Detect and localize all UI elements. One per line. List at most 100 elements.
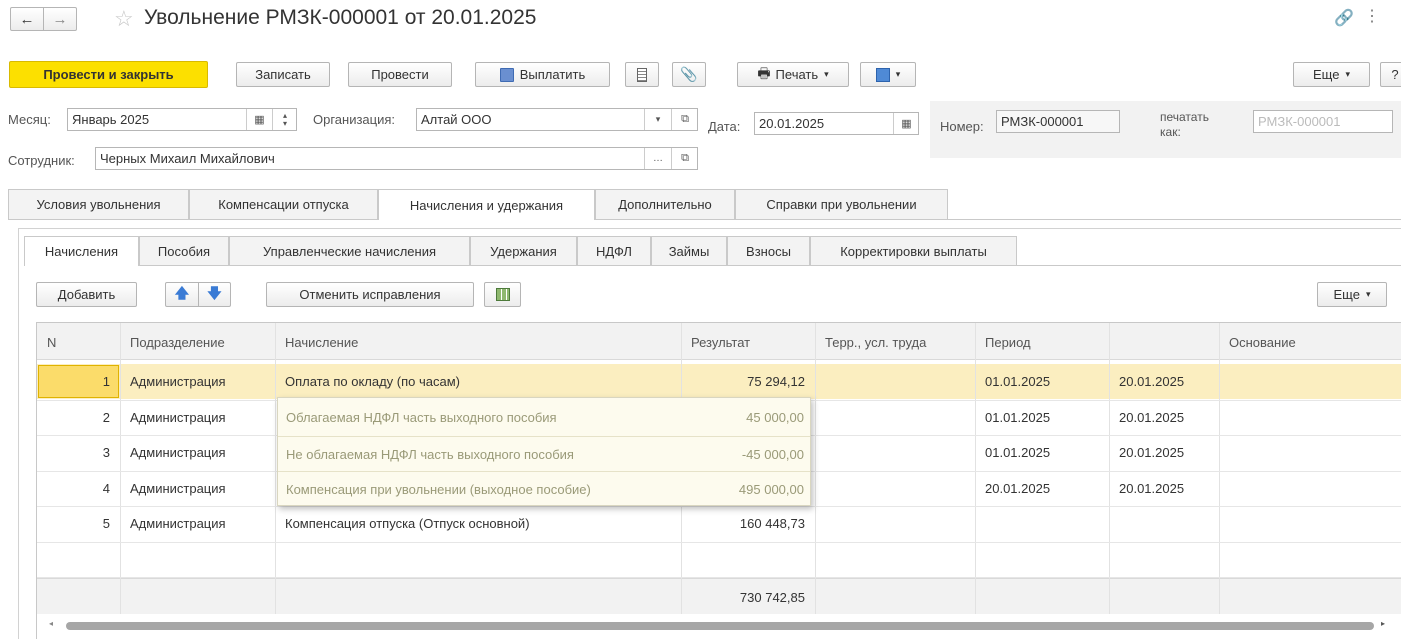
post-button[interactable]: Провести [348,62,452,87]
header-n[interactable]: N [47,325,110,360]
tab-additional[interactable]: Дополнительно [595,189,735,219]
post-and-close-button[interactable]: Провести и закрыть [9,61,208,88]
header-territory[interactable]: Терр., усл. труда [825,325,965,360]
cell-n[interactable]: 1 [41,364,110,399]
arrow-down-icon: 🡇 [207,284,222,301]
cell-territory[interactable] [825,506,965,541]
tab-accruals-deductions[interactable]: Начисления и удержания [378,189,595,220]
cell-period-to[interactable]: 20.01.2025 [1119,471,1209,506]
export-button[interactable]: ▾ [860,62,916,87]
subtab-deductions[interactable]: Удержания [470,236,577,265]
favorite-star-icon[interactable]: ☆ [114,6,134,32]
table-row[interactable]: 1 Администрация Оплата по окладу (по часам… [37,364,1401,399]
cell-department[interactable]: Администрация [130,364,265,399]
cell-result[interactable]: 160 448,73 [685,506,805,541]
cell-period-from[interactable]: 01.01.2025 [985,435,1099,470]
subtab-accruals[interactable]: Начисления [24,236,139,266]
horizontal-scrollbar[interactable]: ◂ ▸ [37,614,1401,639]
chevron-down-icon[interactable]: ▾ [644,109,671,130]
scroll-right-arrow[interactable]: ▸ [1381,619,1385,628]
subtab-benefits[interactable]: Пособия [139,236,229,265]
print-as-field[interactable]: РМЗК-000001 [1253,110,1393,133]
cell-territory[interactable] [825,400,965,435]
cancel-corrections-button[interactable]: Отменить исправления [266,282,474,307]
cell-basis[interactable] [1229,400,1392,435]
header-period-to[interactable] [1119,325,1209,360]
cell-accrual[interactable]: Оплата по окладу (по часам) [285,364,671,399]
cell-department[interactable]: Администрация [130,400,265,435]
help-button[interactable]: ? [1380,62,1401,87]
cell-period-to[interactable]: 20.01.2025 [1119,400,1209,435]
header-accrual[interactable]: Начисление [285,325,671,360]
total-result: 730 742,85 [739,590,805,605]
back-button[interactable]: ← [10,7,44,31]
add-row-grid-button[interactable] [484,282,521,307]
cell-period-from[interactable]: 01.01.2025 [985,364,1099,399]
calendar-icon[interactable]: ▦ [893,113,919,134]
cell-period-to[interactable]: 20.01.2025 [1119,435,1209,470]
cell-period-from[interactable]: 01.01.2025 [985,400,1099,435]
list-icon-button[interactable] [625,62,659,87]
cell-basis[interactable] [1229,506,1392,541]
header-department[interactable]: Подразделение [130,325,265,360]
row-divider [37,542,1401,543]
cell-n[interactable]: 5 [41,506,110,541]
subtab-contributions[interactable]: Взносы [727,236,810,265]
link-icon[interactable]: 🔗 [1334,8,1354,28]
month-field[interactable]: Январь 2025 ▦ ▴ ▾ [67,108,297,131]
cell-basis[interactable] [1229,364,1392,399]
scroll-thumb[interactable] [66,622,1374,630]
subtab-payment-corrections[interactable]: Корректировки выплаты [810,236,1017,265]
tab-vacation-compensation[interactable]: Компенсации отпуска [189,189,378,219]
cell-result[interactable]: 75 294,12 [685,364,805,399]
table-row[interactable]: 5 Администрация Компенсация отпуска (Отпус… [37,506,1401,541]
open-icon[interactable]: ⧉ [671,148,698,169]
save-button[interactable]: Записать [236,62,330,87]
cell-territory[interactable] [825,471,965,506]
organization-label: Организация: [313,112,396,127]
organization-field[interactable]: Алтай ООО ▾ ⧉ [416,108,698,131]
subtab-management-accruals[interactable]: Управленческие начисления [229,236,470,265]
cell-department[interactable]: Администрация [130,506,265,541]
scroll-left-arrow[interactable]: ◂ [49,619,53,628]
cell-n[interactable]: 4 [41,471,110,506]
tab-dismissal-conditions[interactable]: Условия увольнения [8,189,189,219]
cell-period-from[interactable]: 20.01.2025 [985,471,1099,506]
cell-period-to[interactable] [1119,506,1209,541]
move-up-button[interactable]: 🡅 [165,282,199,307]
calendar-icon[interactable]: ▦ [246,109,272,130]
header-period[interactable]: Период [985,325,1099,360]
cell-n[interactable]: 2 [41,400,110,435]
month-stepper[interactable]: ▴ ▾ [272,109,297,130]
cell-period-to[interactable]: 20.01.2025 [1119,364,1209,399]
header-result[interactable]: Результат [691,325,805,360]
cell-basis[interactable] [1229,435,1392,470]
forward-button[interactable]: → [43,7,77,31]
attach-button[interactable]: 📎 [672,62,706,87]
cell-department[interactable]: Администрация [130,435,265,470]
employee-field[interactable]: Черных Михаил Михайлович … ⧉ [95,147,698,170]
add-button[interactable]: Добавить [36,282,137,307]
subtab-ndfl[interactable]: НДФЛ [577,236,651,265]
cell-territory[interactable] [825,364,965,399]
cell-accrual[interactable]: Компенсация отпуска (Отпуск основной) [285,506,671,541]
date-field[interactable]: 20.01.2025 ▦ [754,112,919,135]
table-more-button[interactable]: Еще ▾ [1317,282,1387,307]
menu-dots-icon[interactable]: ⋮ [1364,6,1380,26]
move-down-button[interactable]: 🡇 [198,282,231,307]
cell-period-from[interactable] [985,506,1099,541]
tab-dismissal-certificates[interactable]: Справки при увольнении [735,189,948,219]
subtab-loans[interactable]: Займы [651,236,727,265]
select-ellipsis-icon[interactable]: … [644,148,671,169]
print-label: Печать [775,67,819,82]
open-icon[interactable]: ⧉ [671,109,698,130]
cell-basis[interactable] [1229,471,1392,506]
cell-territory[interactable] [825,435,965,470]
header-basis[interactable]: Основание [1229,325,1392,360]
number-field[interactable]: РМЗК-000001 [996,110,1120,133]
cell-n[interactable]: 3 [41,435,110,470]
pay-button[interactable]: Выплатить [475,62,610,87]
cell-department[interactable]: Администрация [130,471,265,506]
print-button[interactable]: 🖶 Печать ▾ [737,62,849,87]
more-button[interactable]: Еще ▾ [1293,62,1370,87]
